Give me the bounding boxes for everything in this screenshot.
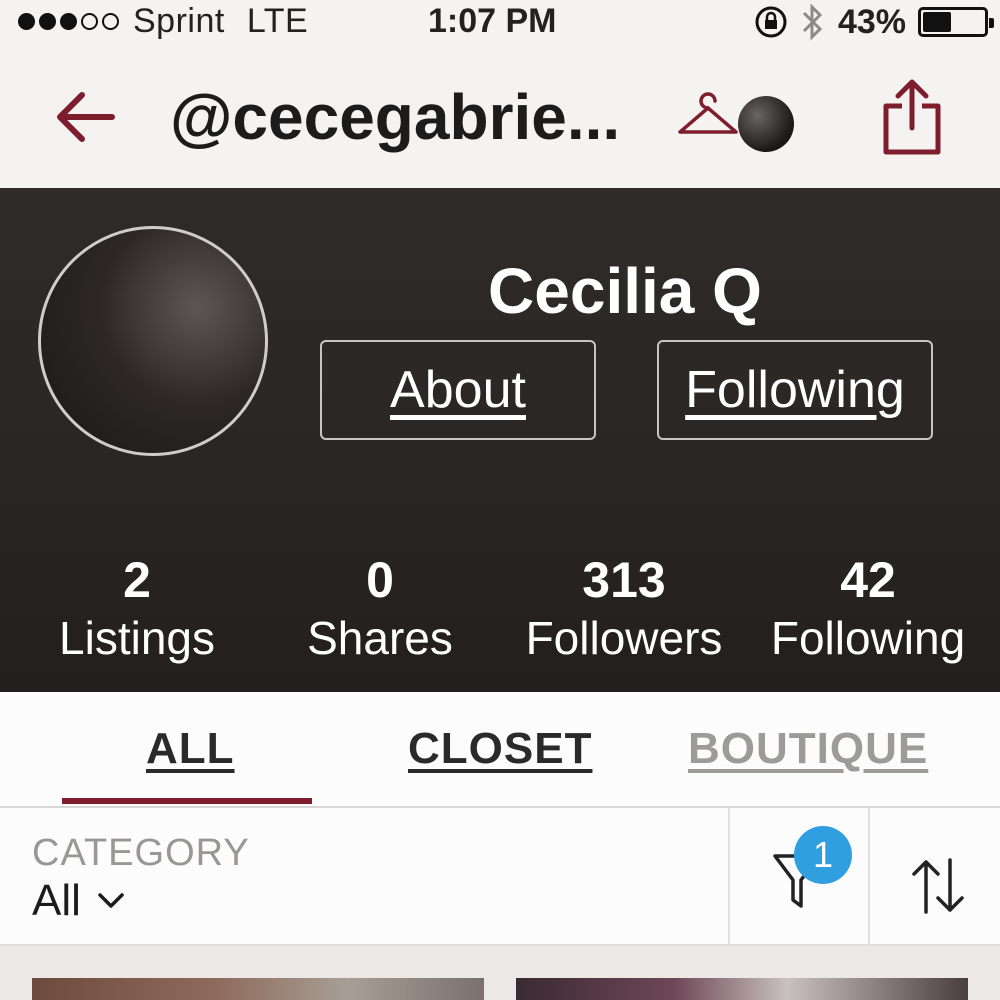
- battery-fill: [923, 12, 951, 32]
- listing-thumbnail[interactable]: [32, 978, 484, 1000]
- page-title: @cecegabrie...: [170, 81, 621, 153]
- chevron-down-icon: [98, 893, 124, 908]
- mini-avatar[interactable]: [738, 96, 794, 152]
- category-label: CATEGORY: [32, 832, 250, 874]
- signal-strength-icon: [18, 13, 119, 30]
- network-type: LTE: [246, 2, 309, 40]
- tab-boutique[interactable]: BOUTIQUE: [688, 724, 928, 774]
- stat-shares[interactable]: 0 Shares: [255, 550, 505, 666]
- stat-value: 42: [840, 552, 896, 608]
- category-dropdown[interactable]: All: [32, 876, 125, 926]
- following-button[interactable]: Following: [657, 340, 933, 440]
- tab-all[interactable]: ALL: [146, 724, 235, 774]
- about-button[interactable]: About: [320, 340, 596, 440]
- status-bar: Sprint LTE 1:07 PM 43%: [0, 0, 1000, 44]
- stat-value: 2: [123, 552, 151, 608]
- category-value: All: [32, 876, 81, 925]
- stat-followers[interactable]: 313 Followers: [499, 550, 749, 666]
- stat-following[interactable]: 42 Following: [743, 550, 993, 666]
- arrow-left-icon[interactable]: [50, 82, 120, 152]
- listing-grid: [0, 946, 1000, 1000]
- stat-value: 313: [582, 552, 666, 608]
- battery-icon: [918, 7, 994, 37]
- stat-label: Shares: [307, 612, 453, 664]
- divider: [728, 808, 730, 946]
- navigation-bar: @cecegabrie...: [0, 44, 1000, 188]
- battery-percent: 43%: [837, 2, 906, 41]
- profile-header: Cecilia Q About Following 2 Listings 0 S…: [0, 188, 1000, 692]
- bluetooth-icon: [802, 3, 823, 41]
- hanger-icon[interactable]: [676, 90, 740, 144]
- stat-label: Followers: [525, 612, 723, 664]
- status-time: 1:07 PM: [428, 2, 557, 40]
- stat-value: 0: [366, 552, 394, 608]
- active-tab-indicator: [62, 798, 312, 804]
- share-icon[interactable]: [880, 76, 944, 156]
- stat-label: Following: [770, 612, 966, 664]
- stat-listings[interactable]: 2 Listings: [12, 550, 262, 666]
- avatar[interactable]: [38, 226, 268, 456]
- filter-bar: CATEGORY All 1: [0, 808, 1000, 946]
- divider: [868, 808, 870, 946]
- rotation-lock-icon: [755, 6, 787, 38]
- carrier-name: Sprint: [133, 2, 225, 40]
- filter-count-badge: 1: [794, 826, 852, 884]
- profile-stats: 2 Listings 0 Shares 313 Followers 42 Fol…: [0, 550, 1000, 670]
- listing-thumbnail[interactable]: [516, 978, 968, 1000]
- closet-tabs: ALL CLOSET BOUTIQUE: [0, 692, 1000, 808]
- tab-closet[interactable]: CLOSET: [408, 724, 592, 774]
- profile-name: Cecilia Q: [488, 255, 762, 327]
- stat-label: Listings: [59, 612, 215, 664]
- sort-icon[interactable]: [910, 856, 966, 916]
